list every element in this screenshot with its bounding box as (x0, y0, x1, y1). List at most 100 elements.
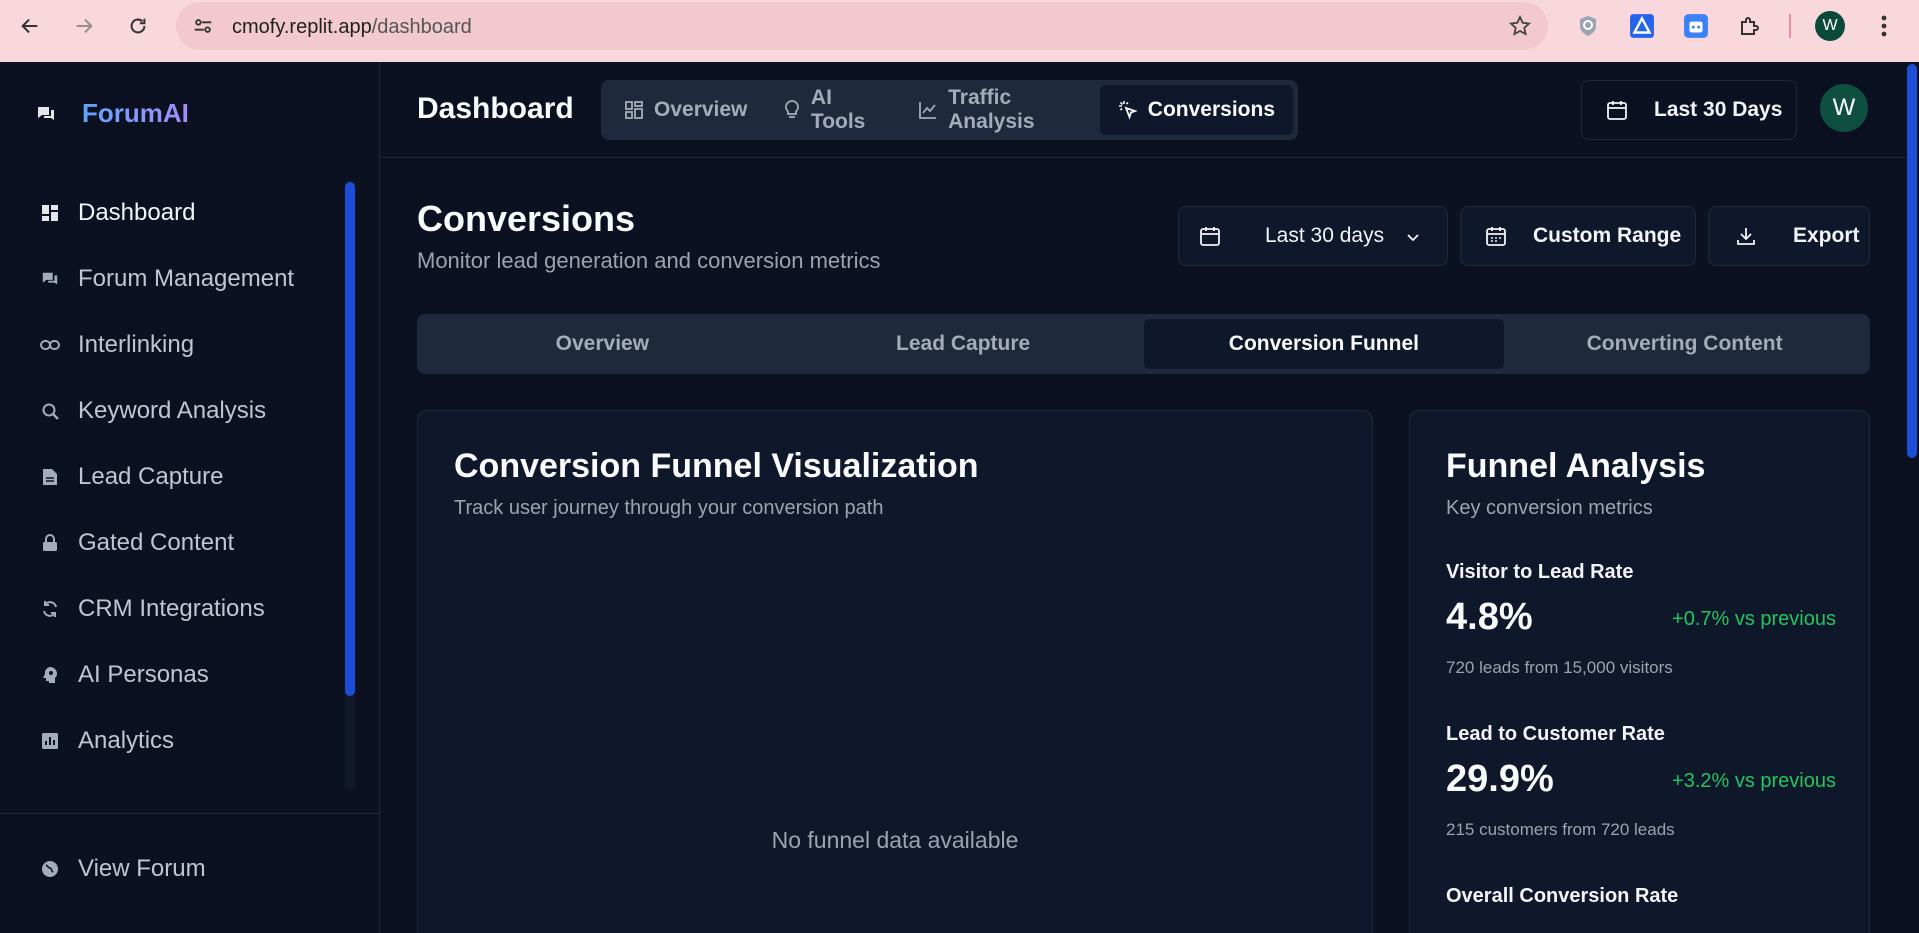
metric-value: 29.9% (1446, 758, 1554, 800)
tab-label: Conversions (1147, 98, 1275, 121)
browser-toolbar: cmofy.replit.app/dashboard W (0, 0, 1919, 62)
sidebar-item-label: View Forum (78, 855, 206, 882)
sidebar-item-label: Dashboard (78, 199, 196, 226)
metric-label: Overall Conversion Rate (1446, 885, 1679, 907)
user-avatar[interactable]: W (1820, 84, 1868, 132)
keyword-search-icon (40, 401, 60, 421)
metric-note: 720 leads from 15,000 visitors (1446, 658, 1673, 677)
sidebar-item-gated-content[interactable]: Gated Content (0, 510, 360, 576)
sidebar-item-keyword-analysis[interactable]: Keyword Analysis (0, 378, 360, 444)
sidebar-item-forum-management[interactable]: Forum Management (0, 246, 360, 312)
address-bar[interactable]: cmofy.replit.app/dashboard (176, 2, 1548, 50)
sidebar-item-ai-personas[interactable]: AI Personas (0, 642, 360, 708)
sidebar-item-label: Lead Capture (78, 463, 224, 490)
metric-delta: +3.2% vs previous (1672, 770, 1836, 792)
metric-value: 4.8% (1446, 596, 1533, 638)
top-bar: Dashboard Overview AI Tools Traffic Anal… (381, 62, 1905, 158)
sidebar-item-dashboard[interactable]: Dashboard (0, 180, 360, 246)
brand-name: ForumAI (82, 98, 189, 128)
sidebar-item-label: Gated Content (78, 529, 235, 556)
forum-icon (40, 269, 60, 289)
page-scrollbar[interactable] (1905, 62, 1919, 933)
header-tabs: Overview AI Tools Traffic Analysis Conve… (601, 80, 1298, 140)
grid-icon (624, 100, 644, 120)
back-icon[interactable] (16, 12, 44, 40)
calendar-icon (1606, 99, 1628, 121)
card-subtitle: Key conversion metrics (1446, 497, 1653, 519)
sidebar-divider (0, 813, 380, 814)
funnel-visualization-card: Conversion Funnel Visualization Track us… (417, 410, 1373, 933)
custom-range-label: Custom Range (1533, 224, 1682, 247)
sidebar-item-label: Analytics (78, 727, 175, 754)
download-icon (1735, 225, 1757, 247)
sidebar: ForumAI Dashboard Forum Management Inter… (0, 62, 380, 933)
forward-icon[interactable] (70, 12, 98, 40)
shield-extension-icon[interactable] (1574, 12, 1602, 40)
tab-overview[interactable]: Overview (606, 85, 765, 135)
toolbar-divider (1789, 14, 1791, 38)
metric-lead-to-customer: Lead to Customer Rate 29.9% +3.2% vs pre… (1446, 723, 1836, 840)
card-subtitle: Track user journey through your conversi… (454, 497, 884, 519)
globe-icon (40, 859, 60, 879)
persona-icon (40, 665, 60, 685)
robot-extension-icon[interactable] (1682, 12, 1710, 40)
metric-delta: +0.7% vs previous (1672, 608, 1836, 630)
chat-logo-icon (36, 104, 56, 124)
sidebar-item-lead-capture[interactable]: Lead Capture (0, 444, 360, 510)
subtab-converting-content[interactable]: Converting Content (1504, 319, 1865, 369)
dashboard-icon (40, 203, 60, 223)
export-button[interactable]: Export (1708, 206, 1870, 266)
sidebar-item-label: Forum Management (78, 265, 295, 292)
sidebar-item-crm-integrations[interactable]: CRM Integrations (0, 576, 360, 642)
sidebar-item-label: AI Personas (78, 661, 209, 688)
tab-label: Traffic Analysis (948, 86, 1035, 133)
document-icon (40, 467, 60, 487)
subtab-overview[interactable]: Overview (422, 319, 783, 369)
calendar-grid-icon (1485, 225, 1507, 247)
bookmark-star-icon[interactable] (1508, 14, 1532, 38)
triangle-extension-icon[interactable] (1628, 12, 1656, 40)
sidebar-item-interlinking[interactable]: Interlinking (0, 312, 360, 378)
export-label: Export (1793, 224, 1860, 247)
sidebar-scrollbar-thumb[interactable] (345, 182, 355, 696)
custom-range-button[interactable]: Custom Range (1460, 206, 1696, 266)
metric-label: Lead to Customer Rate (1446, 723, 1665, 745)
sidebar-item-view-forum[interactable]: View Forum (0, 836, 360, 902)
page-scrollbar-thumb[interactable] (1907, 64, 1917, 458)
range-select[interactable]: Last 30 days (1178, 206, 1448, 266)
sidebar-item-label: Keyword Analysis (78, 397, 267, 424)
line-chart-icon (918, 100, 938, 120)
lightbulb-icon (783, 100, 801, 120)
sidebar-item-label: Interlinking (78, 331, 195, 358)
card-title: Conversion Funnel Visualization (454, 447, 979, 485)
conversion-subtabs: Overview Lead Capture Conversion Funnel … (417, 314, 1870, 374)
view-forum-link[interactable]: View Forum (0, 836, 360, 902)
url-text[interactable]: cmofy.replit.app/dashboard (232, 16, 472, 39)
browser-profile-avatar[interactable]: W (1815, 11, 1845, 41)
link-icon (40, 335, 60, 355)
page-subtitle: Monitor lead generation and conversion m… (417, 248, 881, 273)
tab-ai-tools[interactable]: AI Tools (765, 85, 900, 135)
analytics-icon (40, 731, 60, 751)
reload-icon[interactable] (124, 12, 152, 40)
sidebar-nav: Dashboard Forum Management Interlinking … (0, 180, 360, 774)
page-header-title: Dashboard (417, 92, 574, 125)
sidebar-item-analytics[interactable]: Analytics (0, 708, 360, 774)
metric-note: 215 customers from 720 leads (1446, 820, 1675, 839)
browser-menu-icon[interactable] (1874, 12, 1894, 40)
funnel-analysis-card: Funnel Analysis Key conversion metrics V… (1409, 410, 1870, 933)
date-range-button[interactable]: Last 30 Days (1581, 80, 1797, 140)
range-select-value: Last 30 days (1265, 224, 1385, 247)
extensions-puzzle-icon[interactable] (1736, 12, 1764, 40)
subtab-lead-capture[interactable]: Lead Capture (783, 319, 1144, 369)
subtab-conversion-funnel[interactable]: Conversion Funnel (1143, 319, 1505, 369)
page-title: Conversions (417, 198, 636, 239)
brand[interactable]: ForumAI (36, 98, 189, 129)
date-range-label: Last 30 Days (1654, 98, 1783, 121)
lock-icon (40, 533, 60, 553)
site-settings-icon[interactable] (190, 14, 216, 38)
tab-conversions[interactable]: Conversions (1099, 85, 1293, 135)
sidebar-item-label: CRM Integrations (78, 595, 265, 622)
cursor-click-icon (1118, 100, 1138, 120)
tab-traffic-analysis[interactable]: Traffic Analysis (900, 85, 1100, 135)
